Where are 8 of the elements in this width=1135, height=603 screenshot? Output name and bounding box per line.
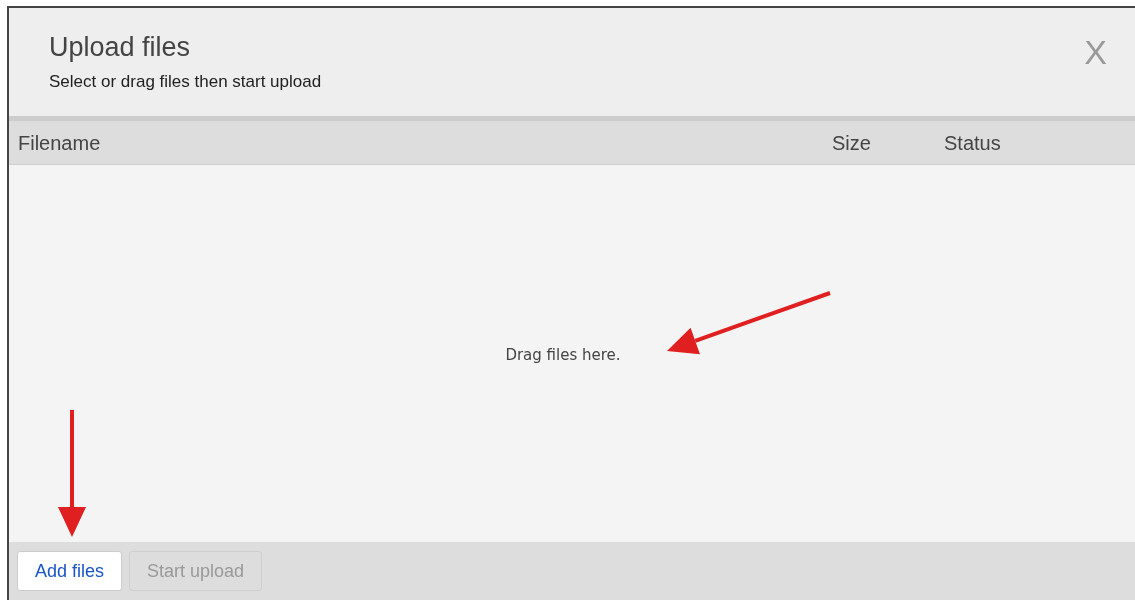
column-header: Status bbox=[944, 131, 1001, 154]
drop-hint: Drag files here. bbox=[505, 344, 621, 366]
dialog-subtitle: Select or drag files then start upload bbox=[49, 73, 322, 90]
column-header: Size bbox=[832, 131, 871, 154]
dialog-title: Upload files bbox=[49, 34, 192, 61]
action-button[interactable]: Add files bbox=[17, 551, 123, 591]
column-header: Filename bbox=[18, 131, 101, 154]
close-button[interactable]: X bbox=[1084, 34, 1107, 70]
